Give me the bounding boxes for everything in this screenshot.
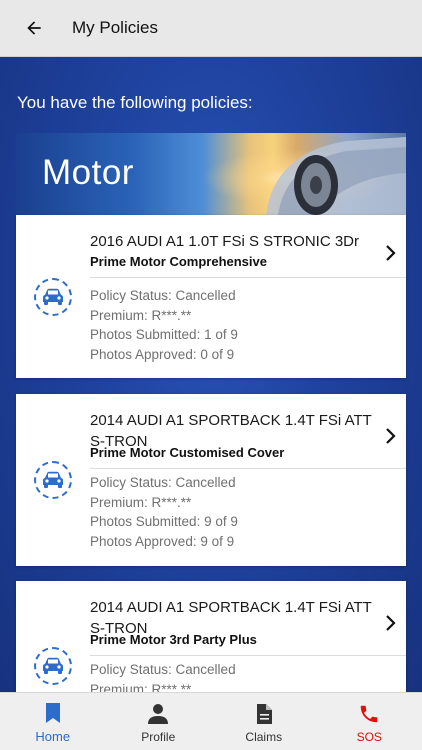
banner-label: Motor <box>42 153 134 192</box>
back-button[interactable] <box>14 8 54 48</box>
policy-details: Policy Status: Cancelled Premium: R***.*… <box>90 660 236 692</box>
person-icon <box>146 702 170 726</box>
phone-icon <box>357 702 381 726</box>
nav-profile[interactable]: Profile <box>106 693 212 750</box>
chevron-right-icon <box>386 245 396 261</box>
nav-profile-label: Profile <box>141 729 176 744</box>
photos-approved: Photos Approved: 0 of 9 <box>90 346 235 362</box>
nav-sos[interactable]: SOS <box>317 693 422 750</box>
car-badge <box>34 278 72 316</box>
bookmark-icon <box>41 701 65 725</box>
car-icon <box>43 471 63 488</box>
page-title: My Policies <box>72 18 158 37</box>
nav-sos-label: SOS <box>356 729 382 744</box>
policy-card[interactable]: 2014 AUDI A1 SPORTBACK 1.4T FSi ATT S-TR… <box>16 394 406 566</box>
policies-list[interactable]: You have the following policies: Motor 2… <box>0 57 422 692</box>
plan-name: Prime Motor Customised Cover <box>90 445 285 460</box>
document-icon <box>252 702 276 726</box>
policy-details: Policy Status: Cancelled Premium: R***.*… <box>90 286 238 364</box>
policy-status: Policy Status: Cancelled <box>90 475 236 490</box>
car-badge <box>34 647 72 685</box>
motor-banner: Motor <box>16 133 406 215</box>
car-badge <box>34 461 72 499</box>
chevron-right-icon <box>386 615 396 631</box>
chevron-right-icon <box>386 428 396 444</box>
plan-name: Prime Motor Comprehensive <box>90 254 267 269</box>
policy-card[interactable]: 2016 AUDI A1 1.0T FSi S STRONIC 3Dr Prim… <box>16 215 406 378</box>
policy-premium: Premium: R***.** <box>90 494 192 510</box>
divider <box>90 655 406 656</box>
photos-submitted: Photos Submitted: 1 of 9 <box>90 327 238 342</box>
policy-premium: Premium: R***.** <box>90 681 192 693</box>
intro-text: You have the following policies: <box>17 93 253 112</box>
app-bar: My Policies <box>0 0 422 57</box>
policy-status: Policy Status: Cancelled <box>90 662 236 677</box>
policy-premium: Premium: R***.** <box>90 307 192 323</box>
policy-details: Policy Status: Cancelled Premium: R***.*… <box>90 473 238 551</box>
arrow-back-icon <box>27 21 41 35</box>
photos-approved: Photos Approved: 9 of 9 <box>90 533 235 549</box>
photos-submitted: Photos Submitted: 9 of 9 <box>90 514 238 529</box>
nav-claims-label: Claims <box>245 729 283 744</box>
divider <box>90 277 406 278</box>
policy-status: Policy Status: Cancelled <box>90 288 236 303</box>
car-icon <box>43 288 63 305</box>
car-icon <box>43 657 63 674</box>
plan-name: Prime Motor 3rd Party Plus <box>90 632 257 647</box>
nav-claims[interactable]: Claims <box>211 693 317 750</box>
divider <box>90 468 406 469</box>
nav-home-label: Home <box>35 729 71 744</box>
bottom-nav: Home Profile Claims SOS <box>0 692 422 750</box>
vehicle-name: 2016 AUDI A1 1.0T FSi S STRONIC 3Dr <box>90 233 359 250</box>
policy-card[interactable]: 2014 AUDI A1 SPORTBACK 1.4T FSi ATT S-TR… <box>16 581 406 692</box>
nav-home[interactable]: Home <box>0 693 106 750</box>
